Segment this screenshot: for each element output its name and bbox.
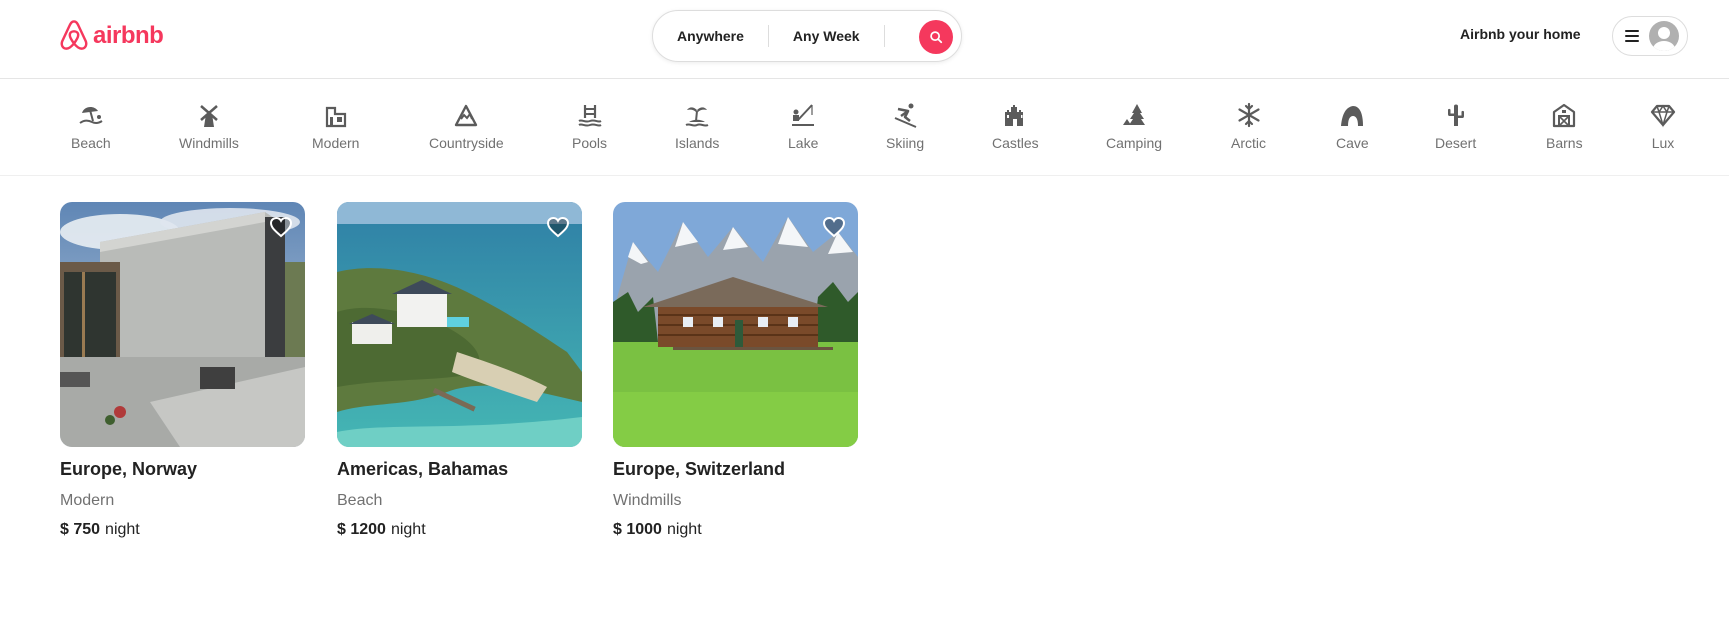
camping-tree-icon — [1123, 104, 1146, 125]
favorite-button[interactable] — [545, 214, 571, 240]
category-lake[interactable]: Lake — [788, 102, 818, 151]
category-arctic[interactable]: Arctic — [1231, 102, 1266, 151]
user-menu-button[interactable] — [1612, 16, 1688, 56]
cactus-icon — [1447, 104, 1464, 126]
category-label: Beach — [71, 135, 111, 151]
category-label: Desert — [1435, 135, 1477, 151]
lake-fishing-icon — [792, 104, 815, 126]
heart-icon — [546, 216, 570, 238]
category-label: Countryside — [429, 135, 504, 151]
listing-photo[interactable] — [613, 202, 858, 447]
logo-text: airbnb — [93, 21, 164, 49]
category-label: Windmills — [179, 135, 239, 151]
listing-location: Europe, Switzerland — [613, 459, 786, 479]
search-bar[interactable]: Anywhere Any Week — [652, 10, 962, 62]
listing-price: $ 1000 night — [613, 521, 858, 539]
search-location[interactable]: Anywhere — [653, 28, 768, 44]
search-icon — [930, 31, 943, 44]
listing-category: Modern — [60, 492, 115, 509]
category-desert[interactable]: Desert — [1435, 102, 1476, 151]
mountain-icon — [455, 104, 478, 127]
diamond-icon — [1650, 104, 1676, 128]
beach-umbrella-icon — [79, 107, 103, 125]
category-label: Islands — [675, 135, 720, 151]
category-pools[interactable]: Pools — [572, 102, 607, 151]
listing-card[interactable]: Americas, Bahamas Beach $ 1200 night — [337, 202, 582, 539]
listing-card[interactable]: Europe, Norway Modern $ 750 night — [60, 202, 305, 539]
heart-icon — [822, 216, 846, 238]
price-unit: night — [390, 521, 426, 538]
price-amount: $ 750 — [60, 521, 101, 538]
favorite-button[interactable] — [821, 214, 847, 240]
category-lux[interactable]: Lux — [1650, 102, 1676, 151]
listing-category: Beach — [337, 492, 383, 509]
category-label: Arctic — [1231, 135, 1266, 151]
search-dates[interactable]: Any Week — [769, 28, 884, 44]
listing-card[interactable]: Europe, Switzerland Windmills $ 1000 nig… — [613, 202, 858, 539]
category-label: Cave — [1336, 135, 1369, 151]
category-label: Modern — [312, 135, 360, 151]
snowflake-icon — [1237, 102, 1260, 128]
category-camping[interactable]: Camping — [1106, 102, 1162, 151]
listing-location: Europe, Norway — [60, 459, 198, 479]
category-islands[interactable]: Islands — [675, 102, 719, 151]
castle-icon — [1005, 105, 1024, 126]
island-icon — [685, 107, 709, 127]
category-barns[interactable]: Barns — [1546, 102, 1583, 151]
category-countryside[interactable]: Countryside — [429, 102, 504, 151]
airbnb-logo[interactable]: airbnb — [59, 19, 164, 52]
category-label: Pools — [572, 135, 608, 151]
category-label: Barns — [1546, 135, 1583, 151]
category-label: Castles — [992, 135, 1039, 151]
category-beach[interactable]: Beach — [71, 102, 111, 151]
category-label: Skiing — [886, 135, 925, 151]
hamburger-icon — [1625, 30, 1639, 42]
category-label: Lake — [788, 135, 819, 151]
skier-icon — [894, 103, 917, 128]
listing-photo[interactable] — [60, 202, 305, 447]
listing-price: $ 1200 night — [337, 521, 582, 539]
top-navbar: airbnb Anywhere Any Week Airbnb your hom… — [0, 0, 1729, 79]
heart-icon — [269, 216, 293, 238]
airbnb-your-home-link[interactable]: Airbnb your home — [1460, 26, 1581, 42]
listing-photo[interactable] — [337, 202, 582, 447]
pool-icon — [577, 105, 602, 127]
user-avatar-icon — [1649, 21, 1679, 51]
category-modern[interactable]: Modern — [312, 102, 359, 151]
cave-icon — [1341, 106, 1364, 126]
price-amount: $ 1200 — [337, 521, 386, 538]
search-divider — [883, 25, 885, 47]
category-bar: Beach Windmills Modern Countryside Pools… — [0, 80, 1729, 176]
category-label: Camping — [1106, 135, 1163, 151]
category-windmills[interactable]: Windmills — [179, 102, 239, 151]
category-skiing[interactable]: Skiing — [886, 102, 924, 151]
price-amount: $ 1000 — [613, 521, 662, 538]
search-button[interactable] — [919, 20, 953, 54]
airbnb-logo-icon — [60, 20, 88, 50]
windmill-icon — [200, 105, 218, 127]
price-unit: night — [666, 521, 702, 538]
modern-house-icon — [325, 106, 346, 128]
category-label: Lux — [1651, 135, 1675, 151]
category-castles[interactable]: Castles — [992, 102, 1039, 151]
listing-price: $ 750 night — [60, 521, 305, 539]
listing-location: Americas, Bahamas — [337, 459, 509, 479]
favorite-button[interactable] — [268, 214, 294, 240]
listing-category: Windmills — [613, 492, 682, 509]
barn-icon — [1553, 103, 1576, 128]
price-unit: night — [105, 521, 140, 538]
category-cave[interactable]: Cave — [1336, 102, 1369, 151]
